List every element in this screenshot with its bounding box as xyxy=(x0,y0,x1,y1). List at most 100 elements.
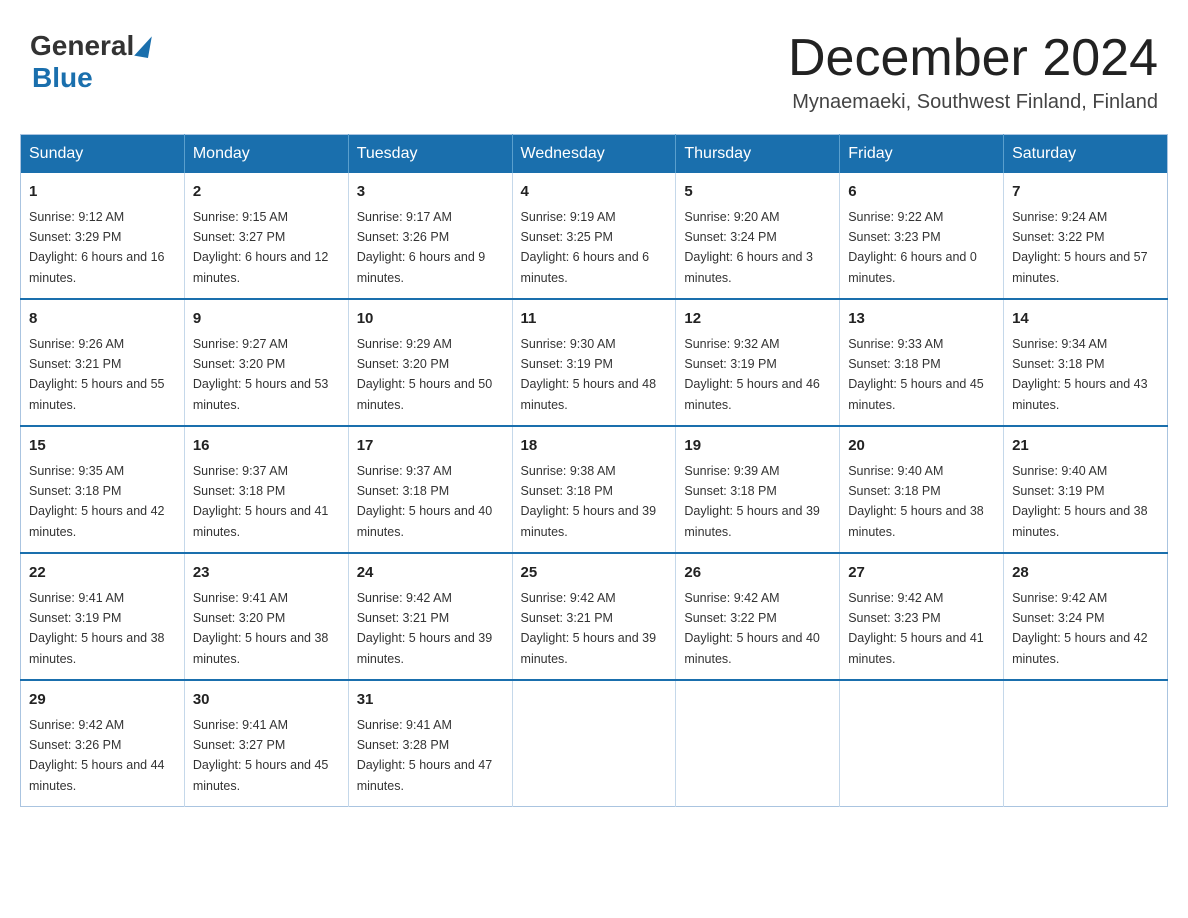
day-number: 7 xyxy=(1012,181,1159,204)
calendar-cell: 1 Sunrise: 9:12 AMSunset: 3:29 PMDayligh… xyxy=(21,173,185,299)
day-info: Sunrise: 9:29 AMSunset: 3:20 PMDaylight:… xyxy=(357,337,493,412)
day-info: Sunrise: 9:41 AMSunset: 3:27 PMDaylight:… xyxy=(193,718,329,793)
calendar-cell: 15 Sunrise: 9:35 AMSunset: 3:18 PMDaylig… xyxy=(21,426,185,553)
day-info: Sunrise: 9:35 AMSunset: 3:18 PMDaylight:… xyxy=(29,464,165,539)
weekday-header-wednesday: Wednesday xyxy=(512,135,676,174)
day-info: Sunrise: 9:34 AMSunset: 3:18 PMDaylight:… xyxy=(1012,337,1148,412)
calendar-cell: 31 Sunrise: 9:41 AMSunset: 3:28 PMDaylig… xyxy=(348,680,512,807)
day-number: 5 xyxy=(684,181,831,204)
weekday-header-tuesday: Tuesday xyxy=(348,135,512,174)
calendar-cell xyxy=(840,680,1004,807)
title-area: December 2024 Mynaemaeki, Southwest Finl… xyxy=(788,30,1158,114)
day-number: 21 xyxy=(1012,435,1159,458)
day-number: 30 xyxy=(193,689,340,712)
day-info: Sunrise: 9:42 AMSunset: 3:24 PMDaylight:… xyxy=(1012,591,1148,666)
day-info: Sunrise: 9:40 AMSunset: 3:19 PMDaylight:… xyxy=(1012,464,1148,539)
calendar-cell: 11 Sunrise: 9:30 AMSunset: 3:19 PMDaylig… xyxy=(512,299,676,426)
calendar-week-row: 22 Sunrise: 9:41 AMSunset: 3:19 PMDaylig… xyxy=(21,553,1168,680)
calendar-cell: 14 Sunrise: 9:34 AMSunset: 3:18 PMDaylig… xyxy=(1004,299,1168,426)
location-title: Mynaemaeki, Southwest Finland, Finland xyxy=(788,91,1158,114)
calendar-week-row: 15 Sunrise: 9:35 AMSunset: 3:18 PMDaylig… xyxy=(21,426,1168,553)
calendar-header-row: SundayMondayTuesdayWednesdayThursdayFrid… xyxy=(21,135,1168,174)
day-number: 24 xyxy=(357,562,504,585)
calendar-cell: 4 Sunrise: 9:19 AMSunset: 3:25 PMDayligh… xyxy=(512,173,676,299)
calendar-cell: 16 Sunrise: 9:37 AMSunset: 3:18 PMDaylig… xyxy=(184,426,348,553)
calendar-cell: 26 Sunrise: 9:42 AMSunset: 3:22 PMDaylig… xyxy=(676,553,840,680)
day-info: Sunrise: 9:37 AMSunset: 3:18 PMDaylight:… xyxy=(357,464,493,539)
logo-triangle-icon xyxy=(134,34,152,58)
day-info: Sunrise: 9:42 AMSunset: 3:21 PMDaylight:… xyxy=(521,591,657,666)
day-number: 12 xyxy=(684,308,831,331)
day-number: 19 xyxy=(684,435,831,458)
day-number: 14 xyxy=(1012,308,1159,331)
calendar-cell: 28 Sunrise: 9:42 AMSunset: 3:24 PMDaylig… xyxy=(1004,553,1168,680)
day-info: Sunrise: 9:24 AMSunset: 3:22 PMDaylight:… xyxy=(1012,210,1148,285)
calendar-cell: 17 Sunrise: 9:37 AMSunset: 3:18 PMDaylig… xyxy=(348,426,512,553)
day-number: 8 xyxy=(29,308,176,331)
calendar-cell: 6 Sunrise: 9:22 AMSunset: 3:23 PMDayligh… xyxy=(840,173,1004,299)
day-info: Sunrise: 9:27 AMSunset: 3:20 PMDaylight:… xyxy=(193,337,329,412)
calendar-cell: 27 Sunrise: 9:42 AMSunset: 3:23 PMDaylig… xyxy=(840,553,1004,680)
calendar-table: SundayMondayTuesdayWednesdayThursdayFrid… xyxy=(20,134,1168,807)
calendar-cell: 22 Sunrise: 9:41 AMSunset: 3:19 PMDaylig… xyxy=(21,553,185,680)
calendar-cell: 29 Sunrise: 9:42 AMSunset: 3:26 PMDaylig… xyxy=(21,680,185,807)
logo-general-text: General xyxy=(30,30,134,62)
day-info: Sunrise: 9:42 AMSunset: 3:23 PMDaylight:… xyxy=(848,591,984,666)
calendar-week-row: 1 Sunrise: 9:12 AMSunset: 3:29 PMDayligh… xyxy=(21,173,1168,299)
day-info: Sunrise: 9:41 AMSunset: 3:19 PMDaylight:… xyxy=(29,591,165,666)
day-info: Sunrise: 9:41 AMSunset: 3:28 PMDaylight:… xyxy=(357,718,493,793)
calendar-cell: 12 Sunrise: 9:32 AMSunset: 3:19 PMDaylig… xyxy=(676,299,840,426)
day-number: 31 xyxy=(357,689,504,712)
day-info: Sunrise: 9:22 AMSunset: 3:23 PMDaylight:… xyxy=(848,210,977,285)
day-info: Sunrise: 9:37 AMSunset: 3:18 PMDaylight:… xyxy=(193,464,329,539)
calendar-cell: 19 Sunrise: 9:39 AMSunset: 3:18 PMDaylig… xyxy=(676,426,840,553)
day-number: 11 xyxy=(521,308,668,331)
calendar-cell: 18 Sunrise: 9:38 AMSunset: 3:18 PMDaylig… xyxy=(512,426,676,553)
page-header: General Blue December 2024 Mynaemaeki, S… xyxy=(20,20,1168,114)
day-info: Sunrise: 9:42 AMSunset: 3:21 PMDaylight:… xyxy=(357,591,493,666)
day-number: 27 xyxy=(848,562,995,585)
logo-blue-text: Blue xyxy=(32,62,93,94)
calendar-cell: 21 Sunrise: 9:40 AMSunset: 3:19 PMDaylig… xyxy=(1004,426,1168,553)
day-number: 13 xyxy=(848,308,995,331)
day-number: 26 xyxy=(684,562,831,585)
day-number: 3 xyxy=(357,181,504,204)
calendar-week-row: 29 Sunrise: 9:42 AMSunset: 3:26 PMDaylig… xyxy=(21,680,1168,807)
day-info: Sunrise: 9:12 AMSunset: 3:29 PMDaylight:… xyxy=(29,210,165,285)
day-number: 6 xyxy=(848,181,995,204)
day-info: Sunrise: 9:17 AMSunset: 3:26 PMDaylight:… xyxy=(357,210,486,285)
calendar-cell: 30 Sunrise: 9:41 AMSunset: 3:27 PMDaylig… xyxy=(184,680,348,807)
day-info: Sunrise: 9:26 AMSunset: 3:21 PMDaylight:… xyxy=(29,337,165,412)
weekday-header-sunday: Sunday xyxy=(21,135,185,174)
day-info: Sunrise: 9:40 AMSunset: 3:18 PMDaylight:… xyxy=(848,464,984,539)
calendar-cell xyxy=(1004,680,1168,807)
weekday-header-friday: Friday xyxy=(840,135,1004,174)
calendar-cell: 25 Sunrise: 9:42 AMSunset: 3:21 PMDaylig… xyxy=(512,553,676,680)
day-number: 17 xyxy=(357,435,504,458)
calendar-cell: 20 Sunrise: 9:40 AMSunset: 3:18 PMDaylig… xyxy=(840,426,1004,553)
day-number: 10 xyxy=(357,308,504,331)
day-info: Sunrise: 9:39 AMSunset: 3:18 PMDaylight:… xyxy=(684,464,820,539)
calendar-cell: 7 Sunrise: 9:24 AMSunset: 3:22 PMDayligh… xyxy=(1004,173,1168,299)
calendar-cell: 2 Sunrise: 9:15 AMSunset: 3:27 PMDayligh… xyxy=(184,173,348,299)
day-info: Sunrise: 9:33 AMSunset: 3:18 PMDaylight:… xyxy=(848,337,984,412)
calendar-cell: 5 Sunrise: 9:20 AMSunset: 3:24 PMDayligh… xyxy=(676,173,840,299)
calendar-body: 1 Sunrise: 9:12 AMSunset: 3:29 PMDayligh… xyxy=(21,173,1168,807)
calendar-cell: 24 Sunrise: 9:42 AMSunset: 3:21 PMDaylig… xyxy=(348,553,512,680)
day-number: 20 xyxy=(848,435,995,458)
day-info: Sunrise: 9:42 AMSunset: 3:26 PMDaylight:… xyxy=(29,718,165,793)
day-number: 28 xyxy=(1012,562,1159,585)
logo: General Blue xyxy=(30,30,152,94)
day-info: Sunrise: 9:19 AMSunset: 3:25 PMDaylight:… xyxy=(521,210,650,285)
day-info: Sunrise: 9:15 AMSunset: 3:27 PMDaylight:… xyxy=(193,210,329,285)
calendar-cell: 13 Sunrise: 9:33 AMSunset: 3:18 PMDaylig… xyxy=(840,299,1004,426)
calendar-cell: 3 Sunrise: 9:17 AMSunset: 3:26 PMDayligh… xyxy=(348,173,512,299)
day-number: 29 xyxy=(29,689,176,712)
day-number: 1 xyxy=(29,181,176,204)
day-info: Sunrise: 9:20 AMSunset: 3:24 PMDaylight:… xyxy=(684,210,813,285)
day-number: 15 xyxy=(29,435,176,458)
calendar-week-row: 8 Sunrise: 9:26 AMSunset: 3:21 PMDayligh… xyxy=(21,299,1168,426)
day-info: Sunrise: 9:30 AMSunset: 3:19 PMDaylight:… xyxy=(521,337,657,412)
weekday-header-thursday: Thursday xyxy=(676,135,840,174)
day-info: Sunrise: 9:38 AMSunset: 3:18 PMDaylight:… xyxy=(521,464,657,539)
